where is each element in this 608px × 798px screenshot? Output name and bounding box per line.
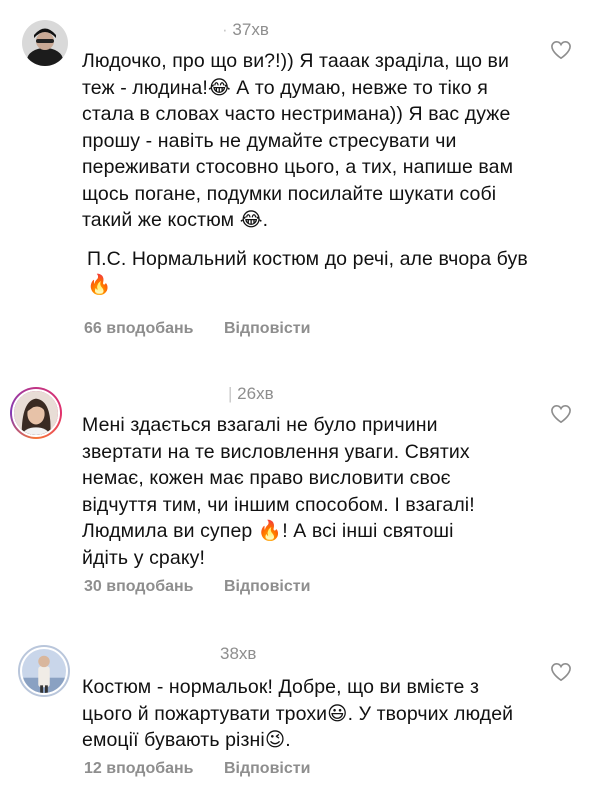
comment-footer: 30 вподобань Відповісти bbox=[84, 578, 310, 596]
reply-button[interactable]: Відповісти bbox=[224, 578, 310, 596]
comment-text: Костюм - нормальок! Добре, що ви вмієте … bbox=[82, 674, 522, 754]
likes-count[interactable]: 30 вподобань bbox=[84, 578, 194, 596]
heart-icon[interactable] bbox=[550, 404, 572, 424]
comment-footer: 66 вподобань Відповісти bbox=[84, 320, 310, 338]
avatar[interactable] bbox=[18, 645, 70, 697]
likes-count[interactable]: 66 вподобань bbox=[84, 320, 194, 338]
comment-paragraph: П.С. Нормальний костюм до речі, але вчор… bbox=[87, 247, 528, 297]
comment-paragraph: Людочко, про що ви?!)) Я тааак зраділа, … bbox=[82, 50, 514, 231]
avatar[interactable] bbox=[10, 387, 62, 439]
comment-footer: 12 вподобань Відповісти bbox=[84, 760, 310, 778]
comment-paragraph: Костюм - нормальок! Добре, що ви вмієте … bbox=[82, 676, 514, 751]
person-on-stage-avatar-icon bbox=[22, 649, 66, 693]
comment-meta: | 26хв bbox=[228, 384, 274, 403]
comment-text: Людочко, про що ви?!)) Я тааак зраділа, … bbox=[82, 48, 532, 299]
person-with-cap-avatar-icon bbox=[22, 20, 68, 66]
comment-time: 38хв bbox=[220, 644, 257, 663]
reply-button[interactable]: Відповісти bbox=[224, 760, 310, 778]
comment-meta: · 37хв bbox=[222, 20, 269, 39]
woman-portrait-avatar-icon bbox=[14, 391, 58, 435]
comment-text: Мені здається взагалі не було причини зв… bbox=[82, 412, 502, 571]
heart-icon[interactable] bbox=[550, 662, 572, 682]
likes-count[interactable]: 12 вподобань bbox=[84, 760, 194, 778]
comment-meta: 38хв bbox=[220, 644, 256, 664]
comments-list: · 37хв Людочко, про що ви?!)) Я тааак зр… bbox=[0, 0, 608, 798]
comment-time: 37хв bbox=[232, 20, 269, 39]
avatar[interactable] bbox=[22, 20, 68, 66]
comment-time: 26хв bbox=[237, 384, 274, 403]
comment-paragraph: Мені здається взагалі не було причини зв… bbox=[82, 414, 475, 569]
heart-icon[interactable] bbox=[550, 40, 572, 60]
reply-button[interactable]: Відповісти bbox=[224, 320, 310, 338]
